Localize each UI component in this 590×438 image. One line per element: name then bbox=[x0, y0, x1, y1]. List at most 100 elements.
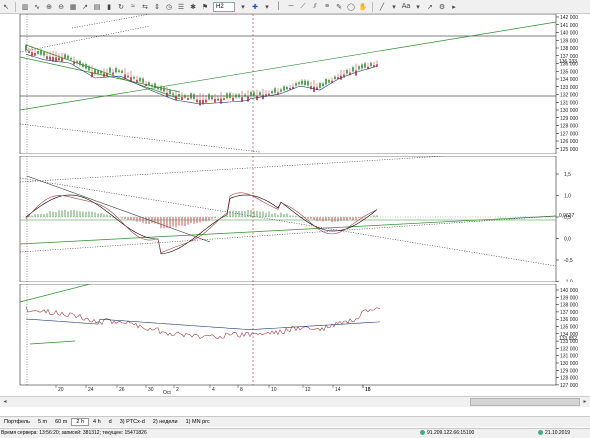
grid-icon[interactable]: ▦ bbox=[68, 2, 78, 12]
horizontal-line-icon[interactable]: ─ bbox=[286, 2, 296, 12]
bars-icon[interactable]: ▮ bbox=[104, 2, 114, 12]
lower-plot-area bbox=[19, 284, 557, 386]
candle bbox=[208, 94, 210, 100]
candle bbox=[34, 53, 36, 56]
flag-icon[interactable]: ⚑ bbox=[200, 2, 210, 12]
refresh-icon[interactable]: ↻ bbox=[116, 2, 126, 12]
scrollbar-thumb[interactable] bbox=[470, 398, 580, 406]
arrow-cursor-icon[interactable]: ↖ bbox=[1, 2, 11, 12]
candle bbox=[76, 61, 78, 64]
lower-current-value: 133 852 bbox=[559, 336, 577, 342]
candle bbox=[205, 99, 207, 103]
price-y-tick-label: 139 000 bbox=[560, 38, 578, 44]
chevron-down-icon[interactable]: ▾ bbox=[413, 2, 423, 12]
x-tick-label: 2 bbox=[176, 387, 179, 393]
candle bbox=[244, 94, 246, 97]
tab-60m[interactable]: 60 m bbox=[51, 419, 71, 425]
lower-y-tick-label: 132 000 bbox=[560, 346, 578, 352]
timeframe-select[interactable]: H2 bbox=[213, 1, 235, 12]
plus-crosshair-icon[interactable]: ✚ bbox=[250, 2, 260, 12]
tab-2h[interactable]: 2 h bbox=[71, 418, 90, 426]
tab-4h[interactable]: 4 h bbox=[89, 419, 105, 425]
lower-y-tick-label: 137 000 bbox=[560, 310, 578, 316]
candle bbox=[358, 66, 360, 70]
tab-d[interactable]: d bbox=[105, 419, 116, 425]
text-icon[interactable]: Aa bbox=[401, 2, 411, 12]
tab-portfolio[interactable]: Портфель bbox=[0, 419, 34, 425]
timeframe-icon[interactable]: ◷ bbox=[164, 2, 174, 12]
candle bbox=[253, 92, 255, 97]
vertical-line-icon[interactable]: │ bbox=[274, 2, 284, 12]
lower-price-panel[interactable]: 140 000139 000 138 000137 000136 000 135 0… bbox=[0, 284, 590, 396]
zoom-out-icon[interactable]: ⊖ bbox=[56, 2, 66, 12]
candle bbox=[307, 81, 309, 86]
oscillator-panel[interactable]: 1,51,00,50,0-0,5-1,0 0,0637 bbox=[0, 156, 590, 282]
tab-mn-prc[interactable]: 1) MN prc bbox=[182, 419, 214, 425]
fibonacci-icon[interactable]: ≡ bbox=[322, 2, 332, 12]
scale-icon[interactable]: ⇕ bbox=[152, 2, 162, 12]
candle bbox=[109, 67, 111, 73]
tab-ptcx-d[interactable]: 3) PTCx-d bbox=[116, 419, 149, 425]
candle bbox=[235, 94, 237, 98]
list-icon[interactable]: ☰ bbox=[176, 2, 186, 12]
candle bbox=[271, 91, 273, 94]
connection-icon bbox=[420, 430, 425, 436]
trend-icon[interactable]: ↗ bbox=[80, 2, 90, 12]
x-tick-label: 26 bbox=[119, 387, 125, 393]
candle bbox=[145, 84, 147, 87]
lower-y-tick-label: 139 000 bbox=[560, 295, 578, 301]
star-icon[interactable]: ✱ bbox=[188, 2, 198, 12]
candle bbox=[160, 86, 162, 91]
wave-icon[interactable]: ≈ bbox=[128, 2, 138, 12]
x-tick-label: 20 bbox=[58, 387, 64, 393]
price-y-axis: 142 000141 000140 000139 000138 000137 0… bbox=[556, 15, 578, 153]
candle bbox=[136, 79, 138, 83]
pencil-icon[interactable]: ✎ bbox=[334, 2, 344, 12]
candle bbox=[364, 63, 366, 68]
toolbar-separator bbox=[15, 1, 16, 12]
candle bbox=[259, 92, 261, 96]
chevron-down-icon[interactable]: ▾ bbox=[262, 2, 272, 12]
calendar-icon bbox=[538, 430, 543, 436]
table-icon[interactable]: ▤ bbox=[92, 2, 102, 12]
candle bbox=[199, 100, 201, 106]
lower-y-tick-label: 127 000 bbox=[560, 383, 578, 389]
candle bbox=[274, 88, 276, 93]
ray-icon[interactable]: ⟋ bbox=[298, 2, 308, 12]
tab-5m[interactable]: 5 m bbox=[34, 419, 51, 425]
candle bbox=[289, 88, 291, 90]
x-tick-label: 24 bbox=[88, 387, 94, 393]
trendline-icon[interactable]: ╱ bbox=[377, 2, 387, 12]
candle bbox=[325, 79, 327, 85]
horizontal-scrollbar[interactable]: ◂ ▸ bbox=[0, 396, 590, 407]
candle bbox=[121, 70, 123, 73]
candle bbox=[328, 79, 330, 83]
hand-icon[interactable]: ✋ bbox=[358, 2, 368, 12]
scroll-left-icon[interactable]: ◂ bbox=[0, 397, 10, 407]
play-icon[interactable]: ▸ bbox=[449, 2, 459, 12]
oscillator-y-tick-label: -0,5 bbox=[564, 258, 573, 264]
chart-bars-icon[interactable]: ▥ bbox=[20, 2, 30, 12]
scroll-right-icon[interactable]: ▸ bbox=[580, 397, 590, 407]
channel-icon[interactable]: ⫽ bbox=[310, 2, 320, 12]
date-status: 21.10.2019 bbox=[538, 429, 570, 438]
candle bbox=[229, 93, 231, 98]
candle bbox=[295, 83, 297, 86]
ellipse-icon[interactable]: ◯ bbox=[346, 2, 356, 12]
arrow-icon[interactable]: ➚ bbox=[425, 2, 435, 12]
gear-icon[interactable]: ⚙ bbox=[437, 2, 447, 12]
chevron-down-icon[interactable]: ▾ bbox=[389, 2, 399, 12]
price-chart-panel[interactable]: 142 000141 000140 000139 000138 000137 0… bbox=[0, 14, 590, 154]
candle bbox=[268, 93, 270, 96]
candle bbox=[61, 58, 63, 62]
tab-weeks[interactable]: 2) недели bbox=[149, 419, 182, 425]
chart-line-icon[interactable]: ∿ bbox=[32, 2, 42, 12]
zoom-in-icon[interactable]: ⊕ bbox=[44, 2, 54, 12]
candle bbox=[37, 51, 39, 54]
compare-icon[interactable]: ⇆ bbox=[140, 2, 150, 12]
chevron-down-icon[interactable]: ▾ bbox=[238, 2, 248, 12]
price-y-tick-label: 134 000 bbox=[560, 77, 578, 83]
price-y-tick-label: 138 000 bbox=[560, 46, 578, 52]
time-x-axis: 20 24 26 30 2 4 8 10 12 14 1618 bbox=[55, 385, 371, 393]
oscillator-y-tick-label: -1,0 bbox=[564, 280, 573, 283]
